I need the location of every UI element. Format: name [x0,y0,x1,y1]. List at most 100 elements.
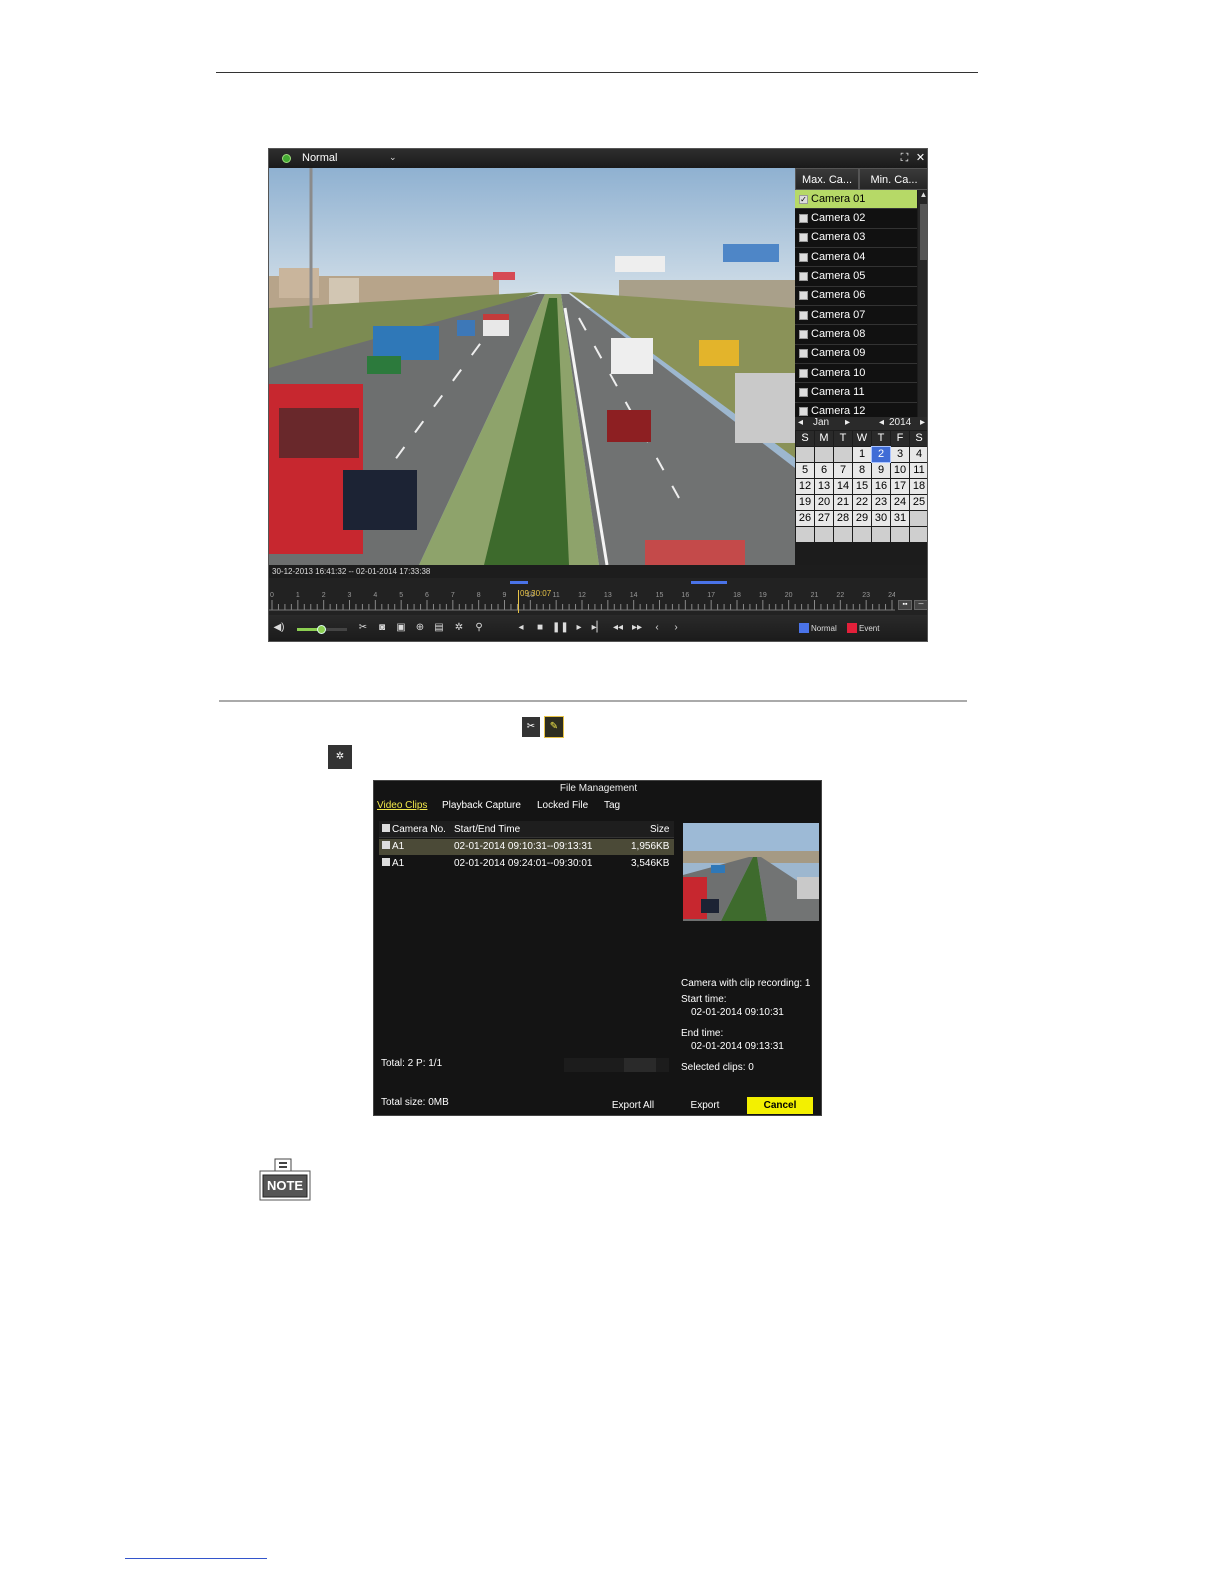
calendar-day[interactable]: 20 [815,495,833,510]
frame-step-icon[interactable]: ▸▏ [590,620,606,636]
cancel-button[interactable]: Cancel [747,1097,813,1114]
rewind-icon[interactable]: ◂◂ [610,620,626,636]
calendar-day[interactable]: 22 [853,495,871,510]
scrollbar-thumb[interactable] [920,204,927,260]
calendar-day[interactable]: 21 [834,495,852,510]
export-button[interactable]: Export [672,1097,738,1114]
row-checkbox[interactable] [382,856,390,872]
calendar-day[interactable]: 3 [891,447,909,462]
camera-checkbox[interactable]: ✓ [799,194,808,204]
recorded-segment[interactable] [509,581,528,584]
tab-tag[interactable]: Tag [604,800,620,811]
camera-list-item[interactable]: ✓ Camera 01 [795,190,917,210]
camera-checkbox[interactable] [799,349,808,359]
chevron-down-icon[interactable]: ⌄ [389,152,397,163]
camera-list-item[interactable]: Camera 06 [795,286,917,307]
scroll-up-icon[interactable]: ▲ [918,190,927,199]
calendar-day[interactable]: 25 [910,495,927,510]
lock-file-icon[interactable]: ▣ [393,620,409,636]
tab-max-camera[interactable]: Max. Ca... [795,168,859,190]
table-row[interactable]: A1 02-01-2014 09:24:01--09:30:01 3,546KB [379,856,674,872]
row-checkbox[interactable] [382,839,390,855]
calendar-day[interactable]: 18 [910,479,927,494]
calendar-day[interactable]: 17 [891,479,909,494]
calendar-day[interactable]: 6 [815,463,833,478]
camera-list-scrollbar[interactable]: ▲ ▼ [918,190,927,438]
timeline-cursor[interactable] [518,590,519,613]
calendar-day[interactable]: 5 [796,463,814,478]
calendar-day[interactable]: 28 [834,511,852,526]
camera-checkbox[interactable] [799,233,808,243]
next-year-icon[interactable]: ▸ [920,417,925,428]
calendar-day[interactable]: 23 [872,495,890,510]
camera-checkbox[interactable] [799,214,808,224]
calendar-day[interactable]: 7 [834,463,852,478]
prev-month-icon[interactable]: ◂ [798,417,803,428]
camera-checkbox[interactable] [799,272,808,282]
camera-list-item[interactable]: Camera 11 [795,383,917,403]
volume-slider[interactable] [297,625,347,634]
previous-day-icon[interactable]: ‹ [649,620,665,636]
calendar-day[interactable]: 27 [815,511,833,526]
tab-locked-file[interactable]: Locked File [537,800,588,811]
timeline[interactable]: 0123456789101112131415161718192021222324… [269,578,927,615]
camera-checkbox[interactable] [799,407,808,417]
recorded-segment[interactable] [690,581,727,584]
calendar-day[interactable]: 16 [872,479,890,494]
calendar-day[interactable]: 31 [891,511,909,526]
calendar-day[interactable]: 10 [891,463,909,478]
clip-icon[interactable]: ✂ [355,620,371,636]
calendar-day[interactable]: 14 [834,479,852,494]
camera-list-item[interactable]: Camera 02 [795,209,917,229]
volume-knob[interactable] [317,625,326,634]
next-day-icon[interactable]: › [668,620,684,636]
zoom-out-icon[interactable]: ▪▪ [898,600,912,610]
tab-min-camera[interactable]: Min. Ca... [859,168,927,190]
fast-forward-icon[interactable]: ▸▸ [629,620,645,636]
calendar-day[interactable]: 2 [871,446,891,463]
tab-playback-capture[interactable]: Playback Capture [442,800,521,811]
prev-year-icon[interactable]: ◂ [879,417,884,428]
file-management-gear-icon[interactable]: ✲ [451,620,467,636]
camera-list-item[interactable]: Camera 04 [795,248,917,268]
camera-checkbox[interactable] [799,388,808,398]
camera-list-item[interactable]: Camera 08 [795,325,917,345]
export-all-button[interactable]: Export All [598,1097,668,1114]
camera-list-item[interactable]: Camera 09 [795,344,917,365]
calendar-day[interactable]: 15 [853,479,871,494]
calendar-day[interactable]: 29 [853,511,871,526]
calendar-day[interactable]: 26 [796,511,814,526]
calendar-day[interactable]: 9 [872,463,890,478]
calendar-day[interactable]: 11 [910,463,927,478]
calendar-day[interactable]: 12 [796,479,814,494]
custom-tag-icon[interactable]: ▤ [431,620,447,636]
next-month-icon[interactable]: ▸ [845,417,850,428]
tab-video-clips[interactable]: Video Clips [377,800,427,811]
calendar-day[interactable]: 4 [910,447,927,462]
camera-checkbox[interactable] [799,252,808,262]
calendar-day[interactable]: 24 [891,495,909,510]
calendar-day[interactable]: 13 [815,479,833,494]
calendar-day[interactable]: 8 [853,463,871,478]
stop-icon[interactable]: ■ [532,620,548,636]
close-icon[interactable]: ✕ [914,152,927,165]
camera-checkbox[interactable] [799,310,808,320]
timeline-ruler[interactable]: 0123456789101112131415161718192021222324 [269,586,895,614]
pause-icon[interactable]: ❚❚ [552,620,569,636]
camera-checkbox[interactable] [799,291,808,301]
add-tag-icon[interactable]: ⊕ [412,620,428,636]
volume-icon[interactable]: ◀) [271,620,287,636]
playback-mode-select[interactable]: Normal [302,152,337,164]
camera-list-item[interactable]: Camera 03 [795,228,917,249]
calendar-day[interactable]: 19 [796,495,814,510]
slow-forward-icon[interactable]: ▸ [571,620,587,636]
digital-zoom-icon[interactable]: ⚲ [471,620,487,636]
zoom-in-icon[interactable]: ─ [914,600,927,610]
camera-snapshot-icon[interactable]: ◙ [374,620,390,636]
camera-checkbox[interactable] [799,368,808,378]
camera-list-item[interactable]: Camera 10 [795,364,917,384]
fullscreen-icon[interactable]: ⛶ [898,152,911,165]
select-all-checkbox[interactable] [382,821,390,838]
table-row[interactable]: A1 02-01-2014 09:10:31--09:13:31 1,956KB [379,839,674,855]
camera-list-item[interactable]: Camera 07 [795,306,917,326]
